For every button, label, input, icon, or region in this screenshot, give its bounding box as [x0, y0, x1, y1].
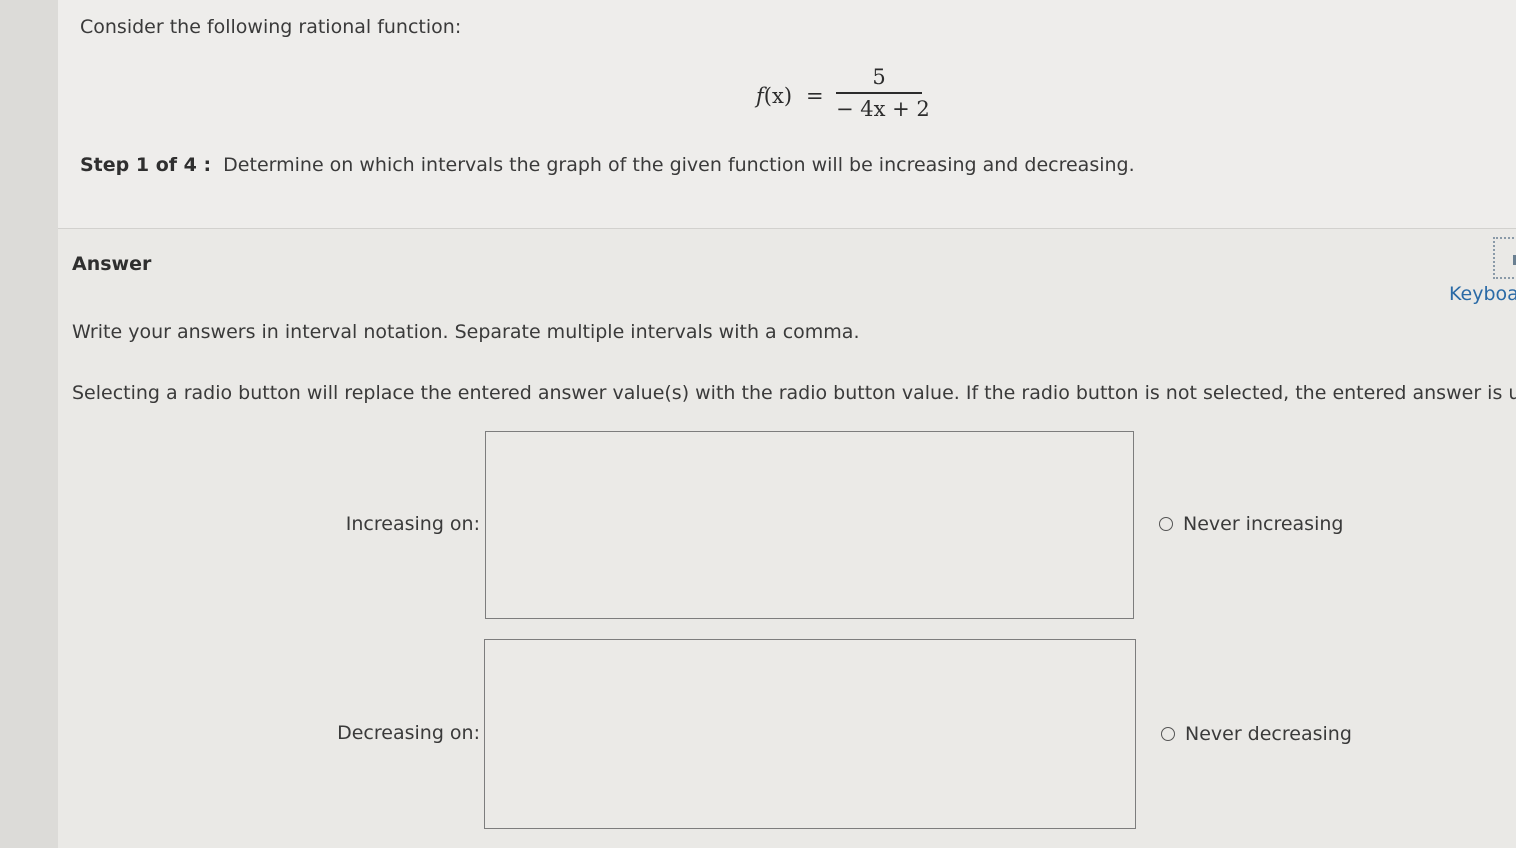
answer-heading: Answer: [72, 253, 152, 275]
decreasing-answer-input[interactable]: [484, 639, 1136, 829]
answer-panel: Answer Keyboa Write your answers in inte…: [58, 229, 1516, 848]
formula-denominator: − 4x + 2: [836, 96, 930, 121]
formula-fraction: 5 − 4x + 2: [836, 62, 930, 124]
radio-circle-icon[interactable]: [1159, 517, 1173, 531]
question-prompt: Consider the following rational function…: [80, 16, 462, 38]
formula-numerator: 5: [872, 65, 886, 89]
step-text: Determine on which intervals the graph o…: [223, 154, 1135, 176]
never-decreasing-radio[interactable]: Never decreasing: [1161, 723, 1352, 745]
question-panel: Consider the following rational function…: [58, 0, 1516, 228]
keyboard-icon[interactable]: [1493, 237, 1516, 279]
formula-argument: (x): [763, 84, 793, 108]
increasing-answer-input[interactable]: [485, 431, 1134, 619]
interval-notation-instruction: Write your answers in interval notation.…: [72, 321, 860, 343]
left-sidebar-strip: [0, 0, 58, 848]
increasing-label: Increasing on:: [345, 513, 480, 535]
formula-lhs: f(x): [756, 84, 792, 108]
never-increasing-label[interactable]: Never increasing: [1183, 513, 1343, 535]
never-decreasing-label[interactable]: Never decreasing: [1185, 723, 1352, 745]
formula-equals: =: [806, 84, 824, 108]
formula-function-name: f: [756, 84, 764, 108]
decreasing-label: Decreasing on:: [337, 722, 480, 744]
radio-button-instruction: Selecting a radio button will replace th…: [72, 382, 1516, 404]
radio-circle-icon[interactable]: [1161, 727, 1175, 741]
never-increasing-radio[interactable]: Never increasing: [1159, 513, 1343, 535]
step-label: Step 1 of 4 :: [80, 154, 212, 176]
step-instruction: Step 1 of 4 : Determine on which interva…: [80, 154, 1135, 176]
keyboard-link[interactable]: Keyboa: [1449, 283, 1516, 305]
